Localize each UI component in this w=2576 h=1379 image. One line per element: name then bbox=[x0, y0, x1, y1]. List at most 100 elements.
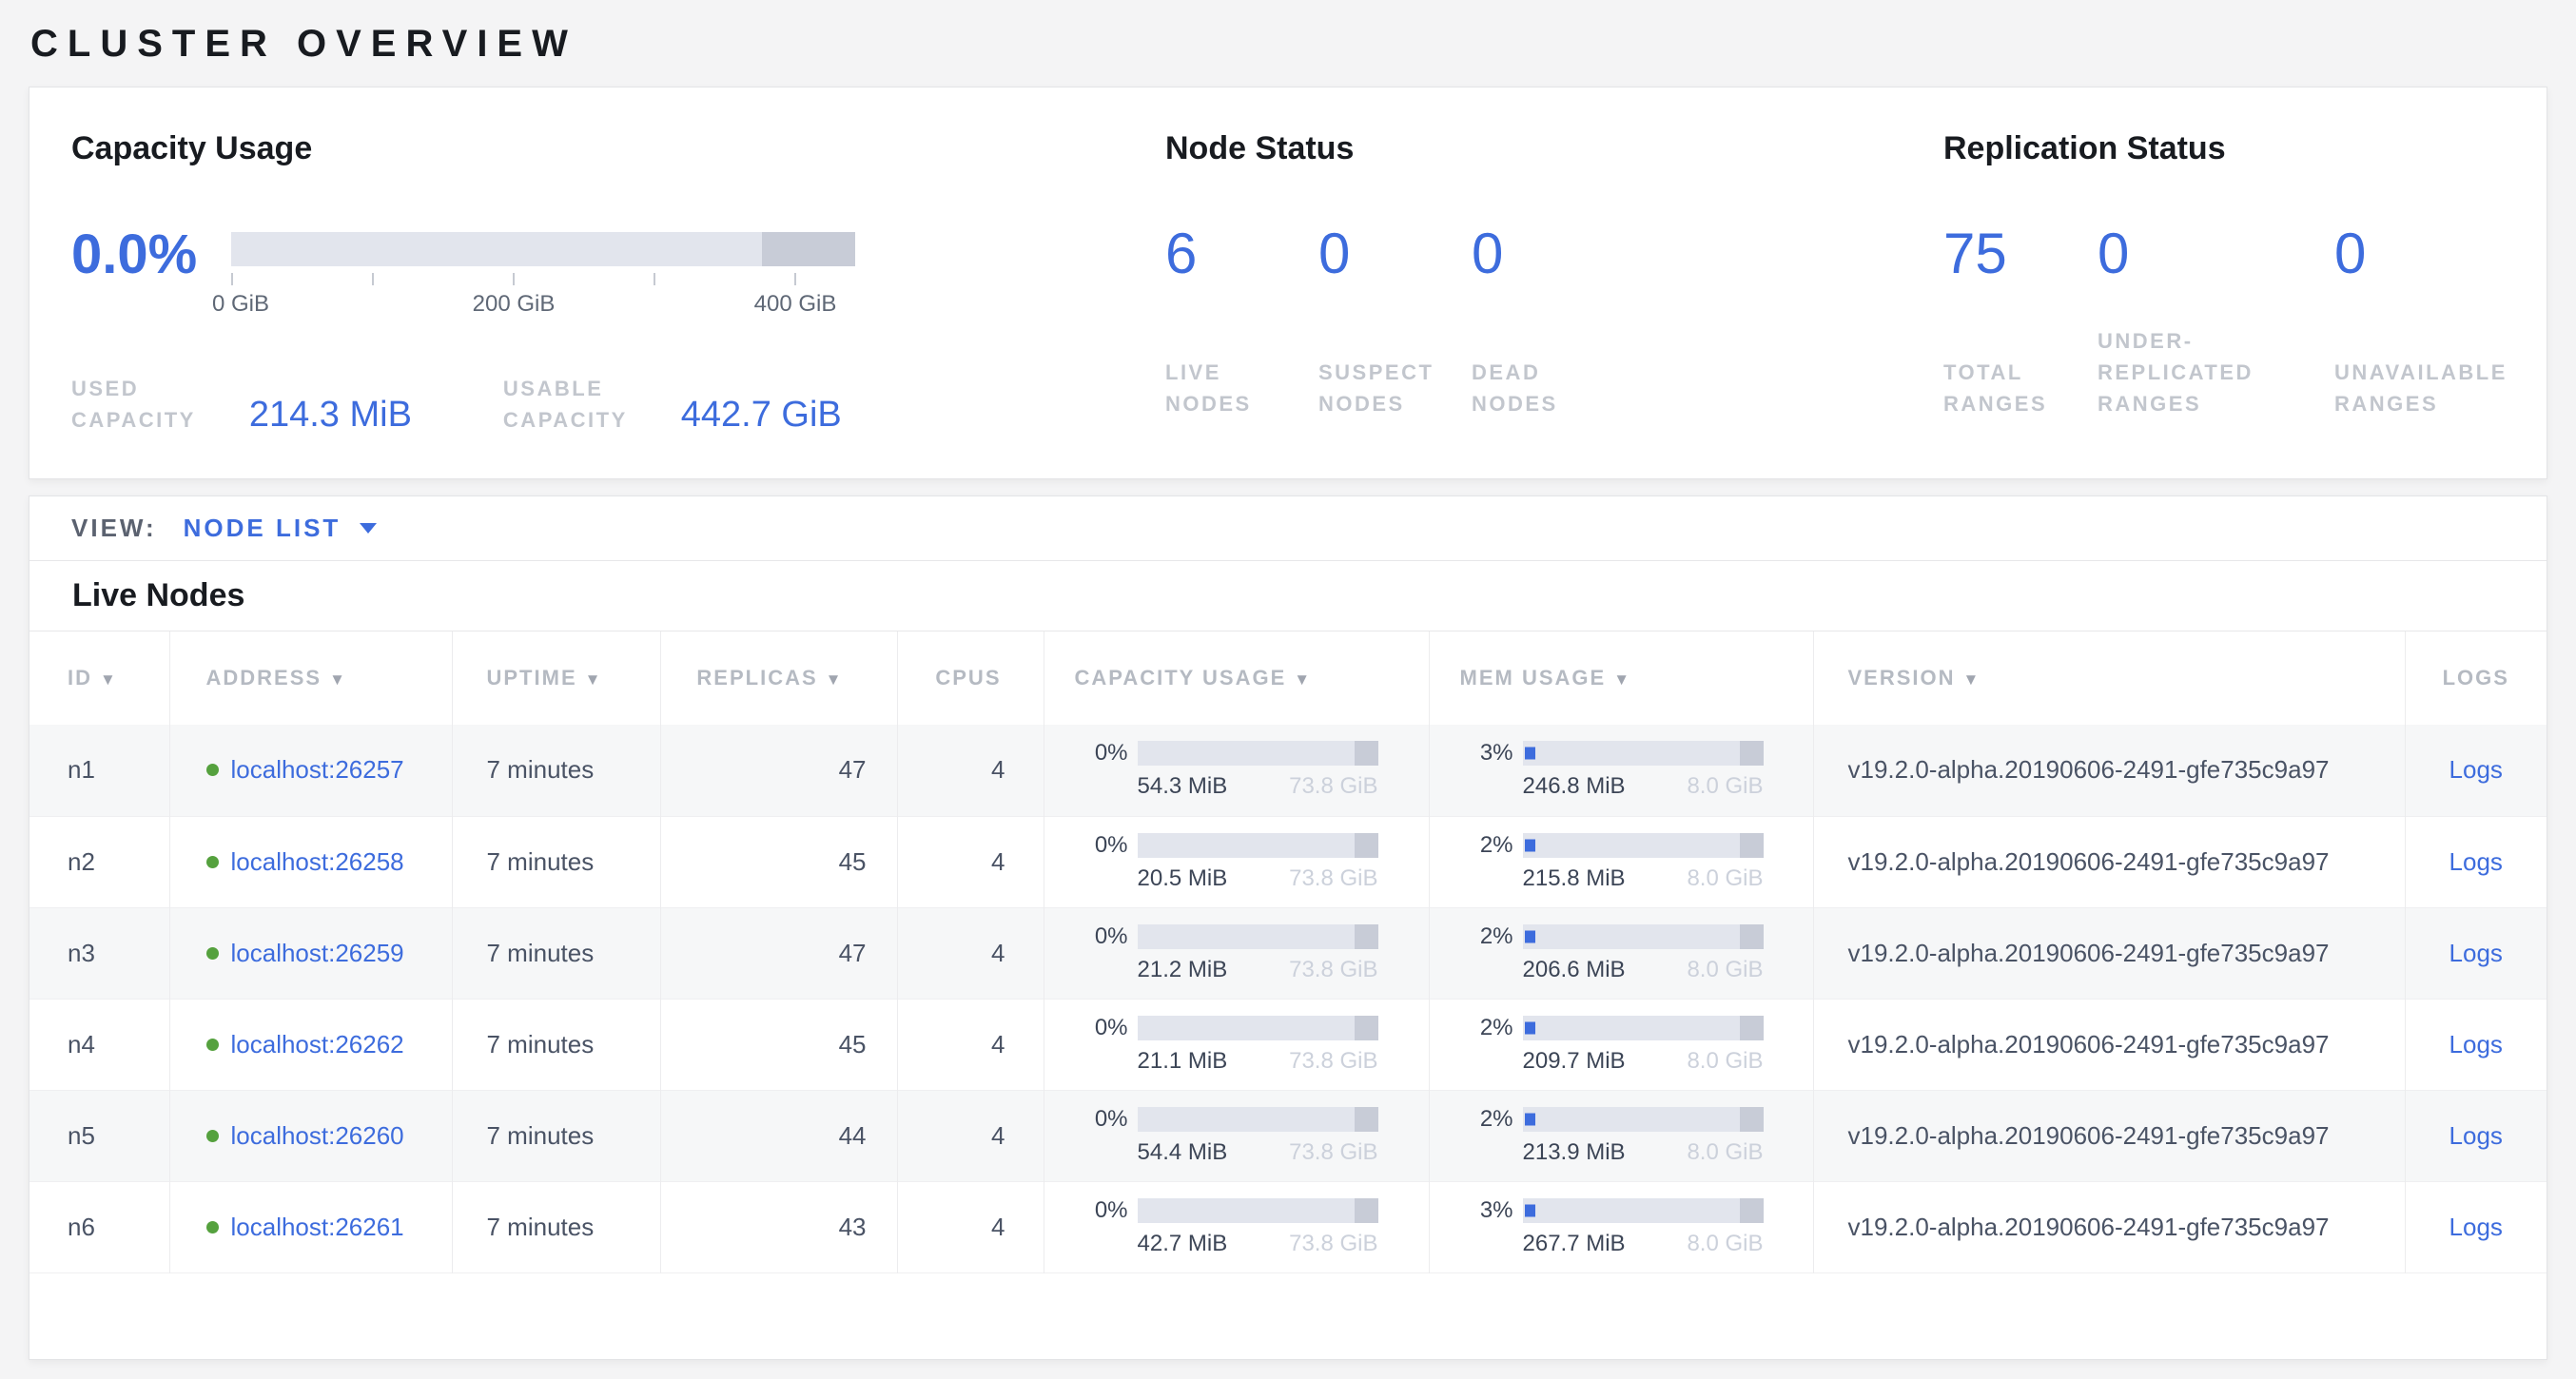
node-address-link[interactable]: localhost:26257 bbox=[231, 755, 404, 785]
capacity-mini-bar bbox=[1138, 833, 1378, 858]
header-id[interactable]: ID▼ bbox=[29, 631, 169, 725]
node-version: v19.2.0-alpha.20190606-2491-gfe735c9a97 bbox=[1813, 816, 2405, 907]
mem-mini-bar bbox=[1523, 1198, 1764, 1223]
header-mem-usage[interactable]: MEM USAGE▼ bbox=[1429, 631, 1813, 725]
axis-tick bbox=[513, 273, 515, 285]
mem-mini-bar bbox=[1523, 741, 1764, 766]
total-ranges-label: TOTAL RANGES bbox=[1943, 357, 2098, 419]
node-version: v19.2.0-alpha.20190606-2491-gfe735c9a97 bbox=[1813, 999, 2405, 1090]
node-capacity-usage: 0% 21.2 MiB73.8 GiB bbox=[1044, 907, 1429, 999]
under-replicated-ranges-label: UNDER- REPLICATED RANGES bbox=[2098, 325, 2334, 419]
header-version[interactable]: VERSION▼ bbox=[1813, 631, 2405, 725]
node-capacity-usage: 0% 21.1 MiB73.8 GiB bbox=[1044, 999, 1429, 1090]
capacity-mini-bar bbox=[1138, 1016, 1378, 1040]
live-nodes-value: 6 bbox=[1165, 225, 1318, 282]
capacity-usage-chart-row: 0.0% 0 GiB 200 GiB 400 GiB bbox=[71, 227, 1165, 325]
header-address[interactable]: ADDRESS▼ bbox=[169, 631, 452, 725]
logs-link[interactable]: Logs bbox=[2449, 755, 2503, 784]
suspect-nodes-metric: 0 SUSPECT NODES bbox=[1318, 225, 1472, 419]
sort-desc-icon: ▼ bbox=[585, 670, 603, 689]
node-liveness-icon bbox=[206, 764, 219, 776]
sort-desc-icon: ▼ bbox=[1294, 670, 1312, 689]
node-uptime: 7 minutes bbox=[452, 1181, 660, 1272]
node-uptime: 7 minutes bbox=[452, 1090, 660, 1181]
logs-link[interactable]: Logs bbox=[2449, 1121, 2503, 1150]
chevron-down-icon bbox=[360, 523, 377, 534]
logs-link[interactable]: Logs bbox=[2449, 1030, 2503, 1059]
capacity-bar-nonusable-segment bbox=[762, 232, 855, 266]
node-address-link[interactable]: localhost:26262 bbox=[231, 1030, 404, 1059]
table-row: n2 localhost:26258 7 minutes 45 4 0% 20.… bbox=[29, 816, 2547, 907]
axis-tick bbox=[372, 273, 374, 285]
node-mem-usage: 2% 209.7 MiB8.0 GiB bbox=[1429, 999, 1813, 1090]
capacity-usage-bar-chart: 0 GiB 200 GiB 400 GiB bbox=[231, 227, 855, 325]
capacity-mini-bar bbox=[1138, 924, 1378, 949]
node-replicas: 44 bbox=[660, 1090, 897, 1181]
node-cpus: 4 bbox=[897, 1181, 1044, 1272]
capacity-bar bbox=[231, 232, 855, 266]
under-replicated-ranges-value: 0 bbox=[2098, 225, 2334, 282]
node-capacity-usage: 0% 54.3 MiB73.8 GiB bbox=[1044, 725, 1429, 816]
node-capacity-usage: 0% 42.7 MiB73.8 GiB bbox=[1044, 1181, 1429, 1272]
table-row: n4 localhost:26262 7 minutes 45 4 0% 21.… bbox=[29, 999, 2547, 1090]
node-version: v19.2.0-alpha.20190606-2491-gfe735c9a97 bbox=[1813, 907, 2405, 999]
header-capacity-usage[interactable]: CAPACITY USAGE▼ bbox=[1044, 631, 1429, 725]
node-replicas: 45 bbox=[660, 816, 897, 907]
node-cpus: 4 bbox=[897, 725, 1044, 816]
replication-status-heading: Replication Status bbox=[1943, 129, 2547, 168]
page-title: CLUSTER OVERVIEW bbox=[29, 13, 2547, 87]
used-capacity-label: USED CAPACITY bbox=[71, 373, 196, 436]
node-mem-usage: 2% 213.9 MiB8.0 GiB bbox=[1429, 1090, 1813, 1181]
logs-link[interactable]: Logs bbox=[2449, 939, 2503, 967]
node-version: v19.2.0-alpha.20190606-2491-gfe735c9a97 bbox=[1813, 725, 2405, 816]
node-id: n4 bbox=[29, 999, 169, 1090]
table-row: n1 localhost:26257 7 minutes 47 4 0% 54.… bbox=[29, 725, 2547, 816]
node-mem-usage: 3% 267.7 MiB8.0 GiB bbox=[1429, 1181, 1813, 1272]
node-cpus: 4 bbox=[897, 999, 1044, 1090]
total-ranges-value: 75 bbox=[1943, 225, 2098, 282]
sort-desc-icon: ▼ bbox=[100, 670, 118, 689]
table-row: n3 localhost:26259 7 minutes 47 4 0% 21.… bbox=[29, 907, 2547, 999]
replication-metrics: 75 TOTAL RANGES 0 UNDER- REPLICATED RANG… bbox=[1943, 225, 2547, 419]
total-ranges-metric: 75 TOTAL RANGES bbox=[1943, 225, 2098, 419]
node-mem-usage: 2% 215.8 MiB8.0 GiB bbox=[1429, 816, 1813, 907]
unavailable-ranges-value: 0 bbox=[2334, 225, 2508, 282]
node-liveness-icon bbox=[206, 856, 219, 868]
live-nodes-band: Live Nodes bbox=[29, 561, 2547, 631]
node-replicas: 43 bbox=[660, 1181, 897, 1272]
logs-link[interactable]: Logs bbox=[2449, 1213, 2503, 1241]
cluster-overview-page: CLUSTER OVERVIEW Capacity Usage 0.0% bbox=[0, 0, 2576, 1360]
header-replicas[interactable]: REPLICAS▼ bbox=[660, 631, 897, 725]
node-id: n2 bbox=[29, 816, 169, 907]
node-id: n6 bbox=[29, 1181, 169, 1272]
node-address-link[interactable]: localhost:26258 bbox=[231, 847, 404, 877]
nodes-card: VIEW: NODE LIST Live Nodes ID▼ ADDRESS▼ … bbox=[29, 495, 2547, 1360]
table-header-row: ID▼ ADDRESS▼ UPTIME▼ REPLICAS▼ CPUS CAPA… bbox=[29, 631, 2547, 725]
node-status-metrics: 6 LIVE NODES 0 SUSPECT NODES 0 bbox=[1165, 225, 1943, 419]
node-cpus: 4 bbox=[897, 816, 1044, 907]
header-uptime[interactable]: UPTIME▼ bbox=[452, 631, 660, 725]
view-label: VIEW: bbox=[71, 514, 157, 543]
live-nodes-label: LIVE NODES bbox=[1165, 357, 1318, 419]
node-replicas: 47 bbox=[660, 725, 897, 816]
replication-status-section: Replication Status 75 TOTAL RANGES 0 UND… bbox=[1943, 129, 2547, 478]
header-cpus[interactable]: CPUS bbox=[897, 631, 1044, 725]
axis-tick bbox=[794, 273, 796, 285]
node-address-link[interactable]: localhost:26261 bbox=[231, 1213, 404, 1242]
node-version: v19.2.0-alpha.20190606-2491-gfe735c9a97 bbox=[1813, 1090, 2405, 1181]
node-status-heading: Node Status bbox=[1165, 129, 1943, 168]
table-row: n6 localhost:26261 7 minutes 43 4 0% 42.… bbox=[29, 1181, 2547, 1272]
node-capacity-usage: 0% 20.5 MiB73.8 GiB bbox=[1044, 816, 1429, 907]
node-uptime: 7 minutes bbox=[452, 907, 660, 999]
node-capacity-usage: 0% 54.4 MiB73.8 GiB bbox=[1044, 1090, 1429, 1181]
node-address-link[interactable]: localhost:26259 bbox=[231, 939, 404, 968]
capacity-usage-heading: Capacity Usage bbox=[71, 129, 1165, 168]
logs-link[interactable]: Logs bbox=[2449, 847, 2503, 876]
capacity-legend: USED CAPACITY 214.3 MiB USABLE CAPACITY … bbox=[71, 373, 1165, 436]
node-id: n5 bbox=[29, 1090, 169, 1181]
unavailable-ranges-label: UNAVAILABLE RANGES bbox=[2334, 357, 2508, 419]
view-selector-dropdown[interactable]: NODE LIST bbox=[184, 514, 378, 543]
axis-tick-label: 400 GiB bbox=[754, 291, 837, 318]
node-address-link[interactable]: localhost:26260 bbox=[231, 1121, 404, 1151]
node-cpus: 4 bbox=[897, 1090, 1044, 1181]
